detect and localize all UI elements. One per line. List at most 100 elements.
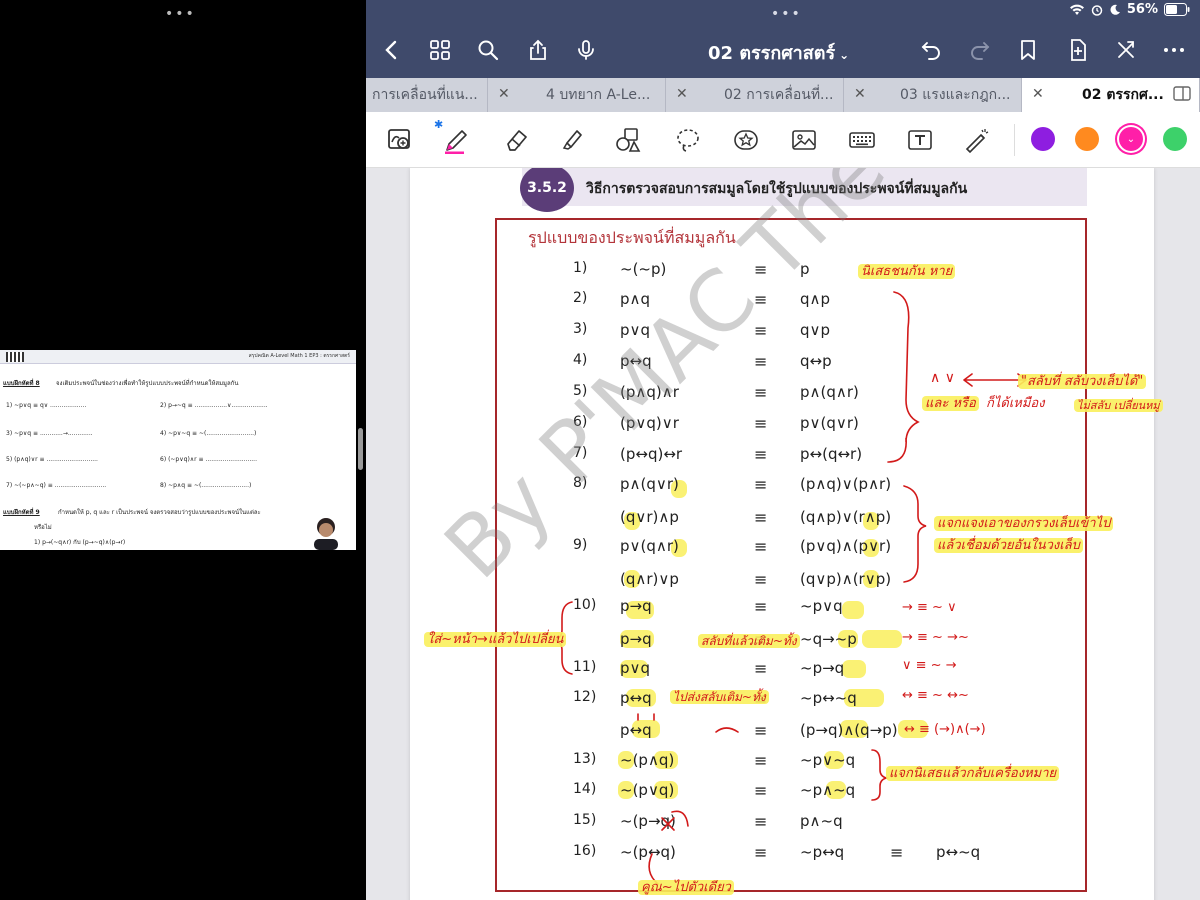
highlighter-icon[interactable] <box>556 124 588 156</box>
tab-1[interactable]: การเคลื่อนที่แน... <box>366 78 488 112</box>
equivalence-symbol: ≡ <box>754 812 768 831</box>
worksheet-line: 1) p→(~q∧r) กับ (p→~q)∧(p→r) <box>34 539 126 546</box>
tab-3[interactable]: ✕ 02 การเคลื่อนที่... <box>666 78 844 112</box>
note-associative: ไม่สลับ เปลี่ยนหมู่ <box>1074 396 1163 414</box>
person-icon <box>314 518 338 550</box>
stickers-icon[interactable] <box>730 124 762 156</box>
row-left-expression: p∨(q∧r) <box>620 537 679 555</box>
note-distribute-2: แล้วเชื่อมด้วยอันในวงเล็บ <box>934 534 1083 555</box>
close-tab-icon[interactable]: ✕ <box>676 86 688 102</box>
color-swatch-orange[interactable] <box>1075 127 1099 151</box>
close-tab-icon[interactable]: ✕ <box>854 86 866 102</box>
tab-4[interactable]: ✕ 03 แรงและกฎก... <box>844 78 1022 112</box>
equivalence-symbol: ≡ <box>754 659 768 678</box>
row-left-expression: (q∧r)∨p <box>620 570 679 588</box>
document-canvas[interactable]: 3.5.2 วิธีการตรวจสอบการสมมูลโดยใช้รูปแบบ… <box>366 168 1200 900</box>
row-number: 11) <box>573 659 597 675</box>
highlight-mark <box>862 630 902 648</box>
document-title[interactable]: 02 ตรรกศาสตร์ ⌄ <box>708 38 849 67</box>
more-icon[interactable] <box>1160 36 1188 64</box>
tab-2[interactable]: ✕ 4 บทยาก A-Le... <box>488 78 666 112</box>
eraser-icon[interactable] <box>500 124 532 156</box>
moon-icon <box>1110 4 1120 15</box>
note-either: ก็ได้เหมือง <box>986 396 1045 411</box>
row-left-expression: p↔q <box>620 721 652 739</box>
row-number: 16) <box>573 843 597 859</box>
note-contrapositive: สลับที่แล้วเติม~ทั้ง <box>698 632 800 651</box>
row-right-expression: (q∧p)∨(r∧p) <box>800 508 892 526</box>
row-number: 13) <box>573 751 597 767</box>
row-number: 10) <box>573 597 597 613</box>
close-tab-icon[interactable]: ✕ <box>498 86 510 102</box>
chevron-down-icon: ⌄ <box>839 48 850 62</box>
worksheet-line: 1) ~p∨q ≡ q∨ ................... <box>6 402 87 409</box>
note-text: ใส่~หน้า→แล้วไปเปลี่ยน <box>424 632 567 647</box>
equivalence-symbol: ≡ <box>754 445 768 464</box>
row-left-expression: (q∨r)∧p <box>620 508 679 526</box>
split-tab-icon[interactable] <box>1172 84 1194 104</box>
row-right-expression: ~q→~p <box>800 630 857 648</box>
equivalence-symbol: ≡ <box>754 383 768 402</box>
note-text: "สลับที่ สลับวงเล็บได้" <box>1018 374 1147 389</box>
row-number: 1) <box>573 260 588 276</box>
row-right-expression: (p∧q)∨(p∧r) <box>800 475 892 493</box>
worksheet-line: 6) (~p∨q)∧r ≡ ..........................… <box>160 456 257 463</box>
battery-icon <box>1164 3 1190 16</box>
bookmark-icon[interactable] <box>1014 36 1042 64</box>
color-swatch-purple[interactable] <box>1031 127 1055 151</box>
note-commutative: "สลับที่ สลับวงเล็บได้" <box>1018 370 1147 391</box>
lasso-icon[interactable] <box>672 124 704 156</box>
row-number: 4) <box>573 352 588 368</box>
text-box-icon[interactable] <box>904 124 936 156</box>
row-left-expression: p∨q <box>620 659 651 677</box>
color-swatch-pink-selected[interactable]: ⌄ <box>1119 127 1143 151</box>
equivalence-symbol: ≡ <box>754 537 768 556</box>
grid-view-icon[interactable] <box>426 36 454 64</box>
search-icon[interactable] <box>474 36 502 64</box>
note-text: คูณ~ไปตัวเดียว <box>638 880 734 895</box>
split-view-handle[interactable] <box>358 428 363 470</box>
tab-5-active[interactable]: ✕ 02 ตรรกศ... <box>1022 78 1200 112</box>
screen: ••• สรุปคณิต A-Level Math 1 EP3 : ตรรกศา… <box>0 0 1200 900</box>
read-only-zoom-icon[interactable] <box>384 124 416 156</box>
highlight-mark <box>842 660 866 678</box>
laser-pointer-icon[interactable] <box>960 124 992 156</box>
row-extra-expression: p↔~q <box>936 843 981 861</box>
pen-tool-icon[interactable]: ✱ <box>434 118 472 156</box>
tab-label: 02 ตรรกศ... <box>1082 87 1164 103</box>
close-tab-icon[interactable]: ✕ <box>1032 86 1044 102</box>
worksheet-line: 3) ~p∨q ≡ ............→............. <box>6 430 93 437</box>
row-right-expression: p∧(q∧r) <box>800 383 859 401</box>
keyboard-icon[interactable] <box>846 124 878 156</box>
undo-icon[interactable] <box>917 36 945 64</box>
equivalence-symbol: ≡ <box>754 751 768 770</box>
multitask-dots-icon[interactable]: ••• <box>771 6 802 22</box>
microphone-icon[interactable] <box>572 36 600 64</box>
note-text: สลับที่แล้วเติม~ทั้ง <box>698 634 800 648</box>
multitask-dots-icon[interactable]: ••• <box>165 6 196 22</box>
image-icon[interactable] <box>788 124 820 156</box>
row-right-expression: ~p↔~q <box>800 689 857 707</box>
shapes-icon[interactable] <box>612 124 644 156</box>
bluetooth-icon: ✱ <box>434 118 444 131</box>
row-right-expression: ~p∨q <box>800 597 843 615</box>
video-thumbnail[interactable]: สรุปคณิต A-Level Math 1 EP3 : ตรรกศาสตร์… <box>0 350 356 550</box>
redo-icon[interactable] <box>966 36 994 64</box>
note-text: แจกนิเสธแล้วกลับเครื่องหมาย <box>886 766 1060 781</box>
highlight-mark <box>842 601 864 619</box>
row-number: 15) <box>573 812 597 828</box>
row-right-expression: q↔p <box>800 352 832 370</box>
add-page-icon[interactable] <box>1064 36 1092 64</box>
worksheet-line: 7) ~(~p∧~q) ≡ ..........................… <box>6 482 107 489</box>
equivalence-symbol: ≡ <box>754 414 768 433</box>
close-toolbar-icon[interactable] <box>1112 36 1140 64</box>
row-left-expression: p∧q <box>620 290 651 308</box>
worksheet-line: แบบฝึกหัดที่ 9 <box>3 509 40 516</box>
color-swatch-green[interactable] <box>1163 127 1187 151</box>
row-left-expression: ~(p↔q) <box>620 843 676 861</box>
back-icon[interactable] <box>378 36 406 64</box>
tab-label: 4 บทยาก A-Le... <box>546 87 651 103</box>
share-icon[interactable] <box>524 36 552 64</box>
equivalence-symbol: ≡ <box>890 843 904 862</box>
worksheet-line: 4) ~p∨~q ≡ ~(.........................) <box>160 430 257 437</box>
